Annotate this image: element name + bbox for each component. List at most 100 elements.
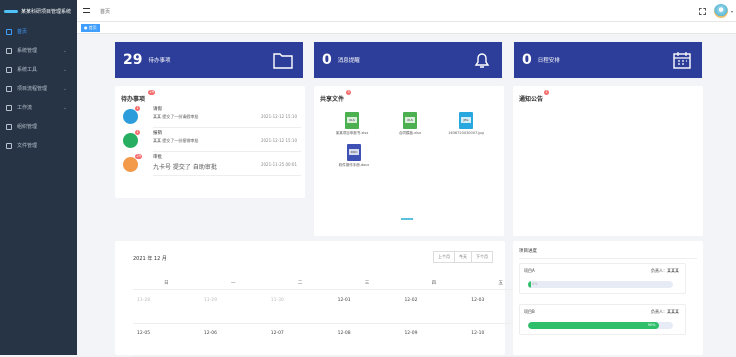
stat-card-messages[interactable]: 0 消息提醒 (314, 42, 502, 78)
weekday-label: 三 (364, 281, 370, 286)
progress-fill (528, 281, 531, 288)
file-item[interactable]: JPG 1636720030007.jpg (438, 112, 494, 135)
project-owner: 负责人：某某某 (651, 268, 679, 273)
sidebar: 某某科研项目管理系统 首页 系统管理 ⌄ 系统工具 ⌄ 项目流程管理 ⌄ 工作流 ⌄ 组织管理 文件… (0, 0, 77, 355)
calendar-day-cell[interactable]: 12-07 (267, 324, 334, 356)
file-name: 某某项目申报书.xlsx (335, 131, 369, 135)
bell-icon (474, 53, 490, 68)
tag-home[interactable]: ● 首页 (81, 24, 100, 32)
hamburger-icon[interactable] (83, 8, 90, 13)
sidebar-item-1[interactable]: 系统管理 ⌄ (0, 41, 77, 60)
progress-bar: 0% (528, 281, 673, 288)
sidebar-item-2[interactable]: 系统工具 ⌄ (0, 60, 77, 79)
stat-number: 29 (123, 52, 143, 68)
file-ext: DOC (349, 149, 359, 155)
todo-item-badge: 29 (135, 154, 143, 159)
sidebar-item-4[interactable]: 工作流 ⌄ (0, 98, 77, 117)
stat-number: 0 (522, 52, 532, 68)
topbar: 首页 ▾ (77, 0, 736, 22)
project-item[interactable]: 项目B 负责人：某某某 90% (519, 304, 686, 335)
home-icon (6, 28, 12, 35)
calendar-day-cell[interactable]: 12-02 (400, 291, 467, 323)
todo-item-title: 报销 (153, 131, 162, 136)
calendar-day-cell[interactable]: 12-06 (200, 324, 267, 356)
divider (153, 127, 301, 128)
calendar-day-cell[interactable]: 11-30 (267, 291, 334, 323)
file-doc-icon: DOC (347, 144, 361, 161)
progress-bar: 90% (528, 322, 673, 329)
file-xls-icon: XLS (345, 112, 359, 129)
weekday-label: 日 (164, 281, 169, 286)
sidebar-item-label: 工作流 (17, 105, 33, 111)
fullscreen-icon[interactable] (699, 8, 706, 15)
calendar-day-cell[interactable]: 11-29 (200, 291, 267, 323)
file-item[interactable]: DOC 软件操作手册.docx (326, 144, 382, 168)
calendar-day-cell[interactable]: 11-28 (133, 291, 200, 323)
todo-item-desc: 某某 提交了一份请假审批 (153, 114, 199, 119)
sidebar-item-0[interactable]: 首页 (0, 22, 77, 41)
sidebar-item-label: 文件管理 (17, 143, 38, 149)
todo-item-badge: 1 (135, 106, 141, 111)
project-name: 项目B (524, 309, 535, 314)
stat-card-todo[interactable]: 29 待办事项 (115, 42, 303, 78)
notice-badge: 1 (544, 90, 550, 95)
pager-indicator (401, 218, 413, 220)
sidebar-menu: 首页 系统管理 ⌄ 系统工具 ⌄ 项目流程管理 ⌄ 工作流 ⌄ 组织管理 文件管理 (0, 22, 77, 155)
todo-title: 待办事项 (121, 96, 146, 103)
stat-label: 日程安排 (537, 58, 560, 64)
project-item[interactable]: 项目A 负责人：某某某 0% (519, 263, 686, 294)
sidebar-item-label: 首页 (17, 29, 28, 35)
breadcrumb[interactable]: 首页 (100, 8, 110, 15)
sidebar-item-6[interactable]: 文件管理 (0, 136, 77, 155)
sidebar-item-label: 系统工具 (17, 67, 38, 73)
avatar[interactable] (714, 4, 728, 18)
weekday-label: 四 (431, 281, 437, 286)
file-name: 1636720030007.jpg (448, 131, 484, 135)
todo-item-time: 2021-11-25 00:01 (260, 162, 297, 167)
app-title: 某某科研项目管理系统 (21, 8, 72, 15)
file-ext: JPG (461, 117, 471, 123)
shared-title: 共享文件 (320, 96, 345, 103)
file-ext: XLS (405, 117, 415, 123)
folder-icon (273, 53, 293, 69)
calendar-card: 2021 年 12 月 上个月今天下个月 日一二三四五六 11-2811-291… (115, 241, 601, 357)
todo-card: 待办事项 29 1 请假 某某 提交了一份请假审批 2021-12-12 15:10 1… (115, 86, 305, 198)
divider (519, 258, 697, 259)
todo-item-desc: 九卡号 提交了 自助审批 (153, 164, 217, 171)
tags-view: ● 首页 (77, 22, 736, 34)
caret-down-icon[interactable]: ▾ (731, 9, 733, 14)
calendar-btn-2[interactable]: 下个月 (471, 251, 493, 263)
stat-label: 消息提醒 (337, 58, 360, 64)
todo-item-title: 请假 (153, 107, 162, 112)
calendar-day-cell[interactable]: 12-05 (133, 324, 200, 356)
sidebar-item-label: 项目流程管理 (17, 86, 48, 92)
settings-icon (6, 47, 12, 54)
file-item[interactable]: XLS 某某项目申报书.xlsx (324, 112, 380, 136)
calendar-btn-1[interactable]: 今天 (454, 251, 472, 263)
sidebar-item-5[interactable]: 组织管理 (0, 117, 77, 136)
sidebar-item-label: 系统管理 (17, 48, 38, 54)
file-item[interactable]: XLS 合同模板.xlsx (382, 112, 438, 136)
chevron-down-icon: ⌄ (62, 47, 67, 54)
calendar-day-cell[interactable]: 12-08 (334, 324, 401, 356)
weekday-label: 一 (231, 281, 236, 286)
stat-card-schedule[interactable]: 0 日程安排 (514, 42, 702, 78)
workflow-icon (6, 85, 12, 92)
flow-icon (6, 104, 12, 111)
todo-item[interactable]: 1 请假 某某 提交了一份请假审批 2021-12-12 15:10 (121, 105, 301, 128)
todo-item-desc: 某某 提交了一份报销审批 (153, 138, 199, 143)
brand: 某某科研项目管理系统 (0, 0, 77, 22)
calendar-btn-0[interactable]: 上个月 (433, 251, 455, 263)
todo-item[interactable]: 1 报销 某某 提交了一份报销审批 2021-12-12 15:10 (121, 129, 301, 152)
sidebar-item-3[interactable]: 项目流程管理 ⌄ (0, 79, 77, 98)
todo-item[interactable]: 29 审批九卡号 提交了 自助审批 2021-11-25 00:01 (121, 153, 301, 176)
calendar-day-cell[interactable]: 12-09 (400, 324, 467, 356)
stat-label: 待办事项 (148, 58, 171, 64)
calendar-day-cell[interactable]: 12-01 (334, 291, 401, 323)
notice-card: 通知公告 1 (513, 86, 703, 236)
project-name: 项目A (524, 268, 535, 273)
project-owner: 负责人：某某某 (651, 309, 679, 314)
chevron-down-icon: ⌄ (62, 104, 67, 111)
todo-item-title: 审批 (153, 155, 162, 160)
file-xls-icon: XLS (403, 112, 417, 129)
